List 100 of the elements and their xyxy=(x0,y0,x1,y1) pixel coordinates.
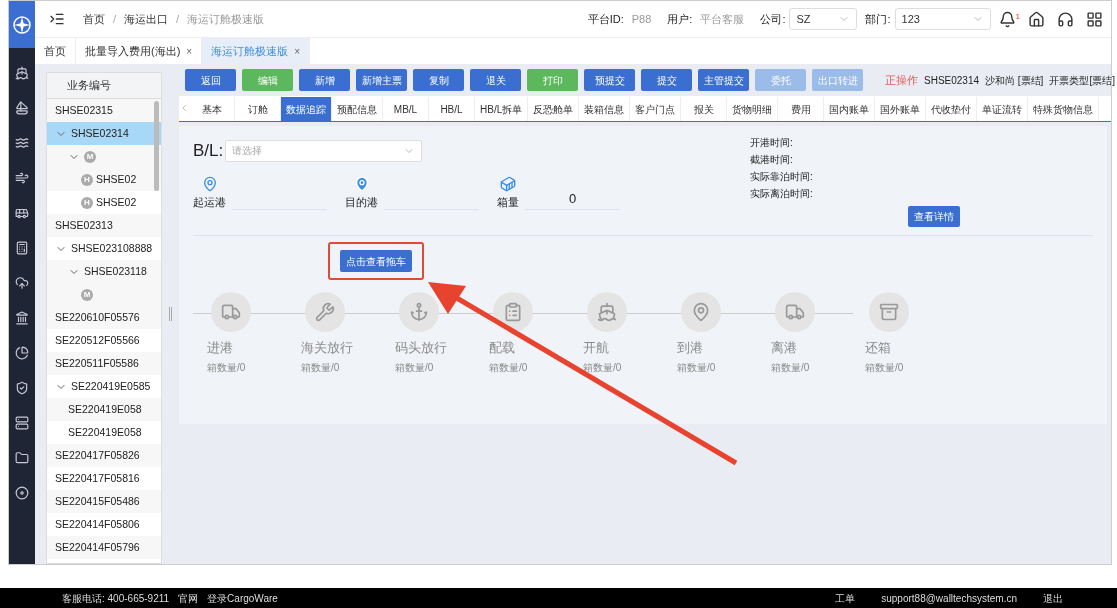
detail-tab[interactable]: MB/L xyxy=(383,97,429,121)
detail-tab[interactable]: 反恐舱单 xyxy=(528,97,580,121)
shield-icon[interactable] xyxy=(15,381,29,395)
wind-icon[interactable] xyxy=(15,171,29,185)
detail-tab[interactable]: 代收垫付 xyxy=(926,97,978,121)
port-label: 起运港 xyxy=(193,194,226,210)
detail-tab[interactable]: 国内账单 xyxy=(824,97,876,121)
detail-button[interactable]: 查看详情 xyxy=(908,206,960,227)
ship-icon[interactable] xyxy=(15,66,29,80)
detail-tab[interactable]: 装箱信息 xyxy=(579,97,631,121)
waves-icon[interactable] xyxy=(15,136,29,150)
tree-item[interactable]: SHSE02313 xyxy=(47,214,161,237)
detail-tab[interactable]: 货物明细 xyxy=(727,97,779,121)
footer-link[interactable]: 登录CargoWare xyxy=(207,590,278,606)
detail-tab[interactable]: 费用 xyxy=(778,97,825,121)
breadcrumb: 海运订舱极速版 xyxy=(187,11,265,27)
time-label: 开港时间: xyxy=(750,136,794,150)
tree-item[interactable]: SE220419E058 xyxy=(47,398,161,421)
record-info: SHSE02314 xyxy=(924,73,980,88)
toolbar-button[interactable]: 预提交 xyxy=(584,69,635,91)
step-label: 还箱 xyxy=(865,339,891,357)
clipboard-icon xyxy=(503,302,523,322)
page-tab[interactable]: 海运订舱极速版 × xyxy=(202,38,310,64)
pin-icon xyxy=(691,302,711,322)
step-count: 箱数量/0 xyxy=(301,360,340,375)
footer-link[interactable]: support88@walltechsystem.cn xyxy=(881,590,1017,606)
menu-icon[interactable] xyxy=(49,11,65,27)
time-label: 截港时间: xyxy=(750,153,794,167)
toolbar-button[interactable]: 复制 xyxy=(413,69,464,91)
toolbar-button[interactable]: 提交 xyxy=(641,69,692,91)
tree-item[interactable]: SE220415F05486 xyxy=(47,490,161,513)
step-label: 海关放行 xyxy=(301,339,353,357)
toolbar-button[interactable]: 新增主票 xyxy=(356,69,407,91)
footer-link[interactable]: 退出 xyxy=(1043,590,1063,606)
tree-item[interactable]: H SHSE02 xyxy=(47,168,161,191)
badge: H xyxy=(81,196,93,209)
breadcrumb[interactable]: 首页 xyxy=(83,10,105,28)
detail-tab[interactable]: 客户门点 xyxy=(630,97,682,121)
field-label: 部门: xyxy=(865,11,891,27)
status-text: 正操作 xyxy=(885,72,918,88)
step-count: 箱数量/0 xyxy=(677,360,716,375)
truck-button[interactable]: 点击查看拖车 xyxy=(340,250,412,272)
toolbar-button[interactable]: 新增 xyxy=(299,69,350,91)
headset-icon[interactable] xyxy=(1057,10,1074,28)
grid-icon[interactable] xyxy=(1086,10,1103,28)
step-label: 进港 xyxy=(207,339,233,357)
detail-tab[interactable]: 单证流转 xyxy=(977,97,1029,121)
toolbar-button[interactable]: 退关 xyxy=(470,69,521,91)
box-icon xyxy=(879,302,899,322)
close-icon[interactable]: × xyxy=(294,43,300,59)
detail-tab[interactable]: 基本 xyxy=(189,97,235,121)
tree-item[interactable]: SHSE02315 xyxy=(47,99,161,122)
tree-item[interactable]: SHSE02314 xyxy=(47,122,161,145)
tree-item[interactable]: SHSE023118 xyxy=(47,260,161,283)
bus-icon[interactable] xyxy=(15,206,29,220)
port-label: 目的港 xyxy=(345,194,378,210)
column-header: 业务编号 xyxy=(47,73,161,99)
tree-item[interactable]: SE220610F05576 xyxy=(47,306,161,329)
detail-tab[interactable]: HB/L拆单 xyxy=(475,97,529,121)
detail-tab[interactable]: HB/L xyxy=(429,97,475,121)
toolbar-button[interactable]: 返回 xyxy=(185,69,236,91)
toolbar-button[interactable]: 主管提交 xyxy=(698,69,749,91)
home-icon[interactable] xyxy=(1028,10,1045,28)
disc-icon[interactable] xyxy=(15,486,29,500)
splitter-handle[interactable] xyxy=(169,307,172,321)
breadcrumb[interactable]: 海运出口 xyxy=(124,10,169,28)
time-label: 实际离泊时间: xyxy=(750,187,814,201)
step-label: 离港 xyxy=(771,339,797,357)
location-icon xyxy=(353,175,370,192)
tree-item[interactable]: SE220511F05586 xyxy=(47,352,161,375)
detail-tab[interactable]: 数据追踪 xyxy=(281,97,332,121)
footer-link[interactable]: 工单 xyxy=(835,590,856,606)
cloud-upload-icon[interactable] xyxy=(15,276,29,290)
tree-item[interactable]: SE220417F05826 xyxy=(47,444,161,467)
close-icon[interactable]: × xyxy=(186,43,193,59)
bell-icon[interactable] xyxy=(998,10,1016,28)
record-info: 沙和尚 [票结] xyxy=(985,73,1044,88)
boat-icon[interactable] xyxy=(15,101,29,115)
badge: M xyxy=(84,150,96,163)
scrollbar[interactable] xyxy=(154,101,159,191)
field-value: P88 xyxy=(631,11,652,27)
tree-item[interactable]: SE220414F05796 xyxy=(47,536,161,559)
pie-chart-icon[interactable] xyxy=(15,346,29,360)
field-label: 用户: xyxy=(667,11,693,27)
step-count: 箱数量/0 xyxy=(771,360,810,375)
calculator-icon[interactable] xyxy=(15,241,29,255)
select-field[interactable]: 123 xyxy=(894,8,991,30)
footer-link[interactable]: 官网 xyxy=(178,590,199,606)
bank-icon[interactable] xyxy=(15,311,29,325)
field-value: 平台客服 xyxy=(700,11,745,27)
value-field: 0 xyxy=(525,188,620,210)
folder-icon[interactable] xyxy=(15,451,29,465)
port-label: 箱量 xyxy=(497,194,519,210)
server-icon[interactable] xyxy=(15,416,29,430)
detail-tab[interactable]: 报关 xyxy=(681,97,728,121)
detail-tab[interactable]: 国外账单 xyxy=(875,97,927,121)
detail-tab[interactable]: 特殊货物信息 xyxy=(1028,97,1100,121)
detail-tab[interactable]: 预配信息 xyxy=(332,97,383,121)
field-label: 平台ID: xyxy=(587,11,624,27)
select-field[interactable]: SZ xyxy=(789,8,858,30)
